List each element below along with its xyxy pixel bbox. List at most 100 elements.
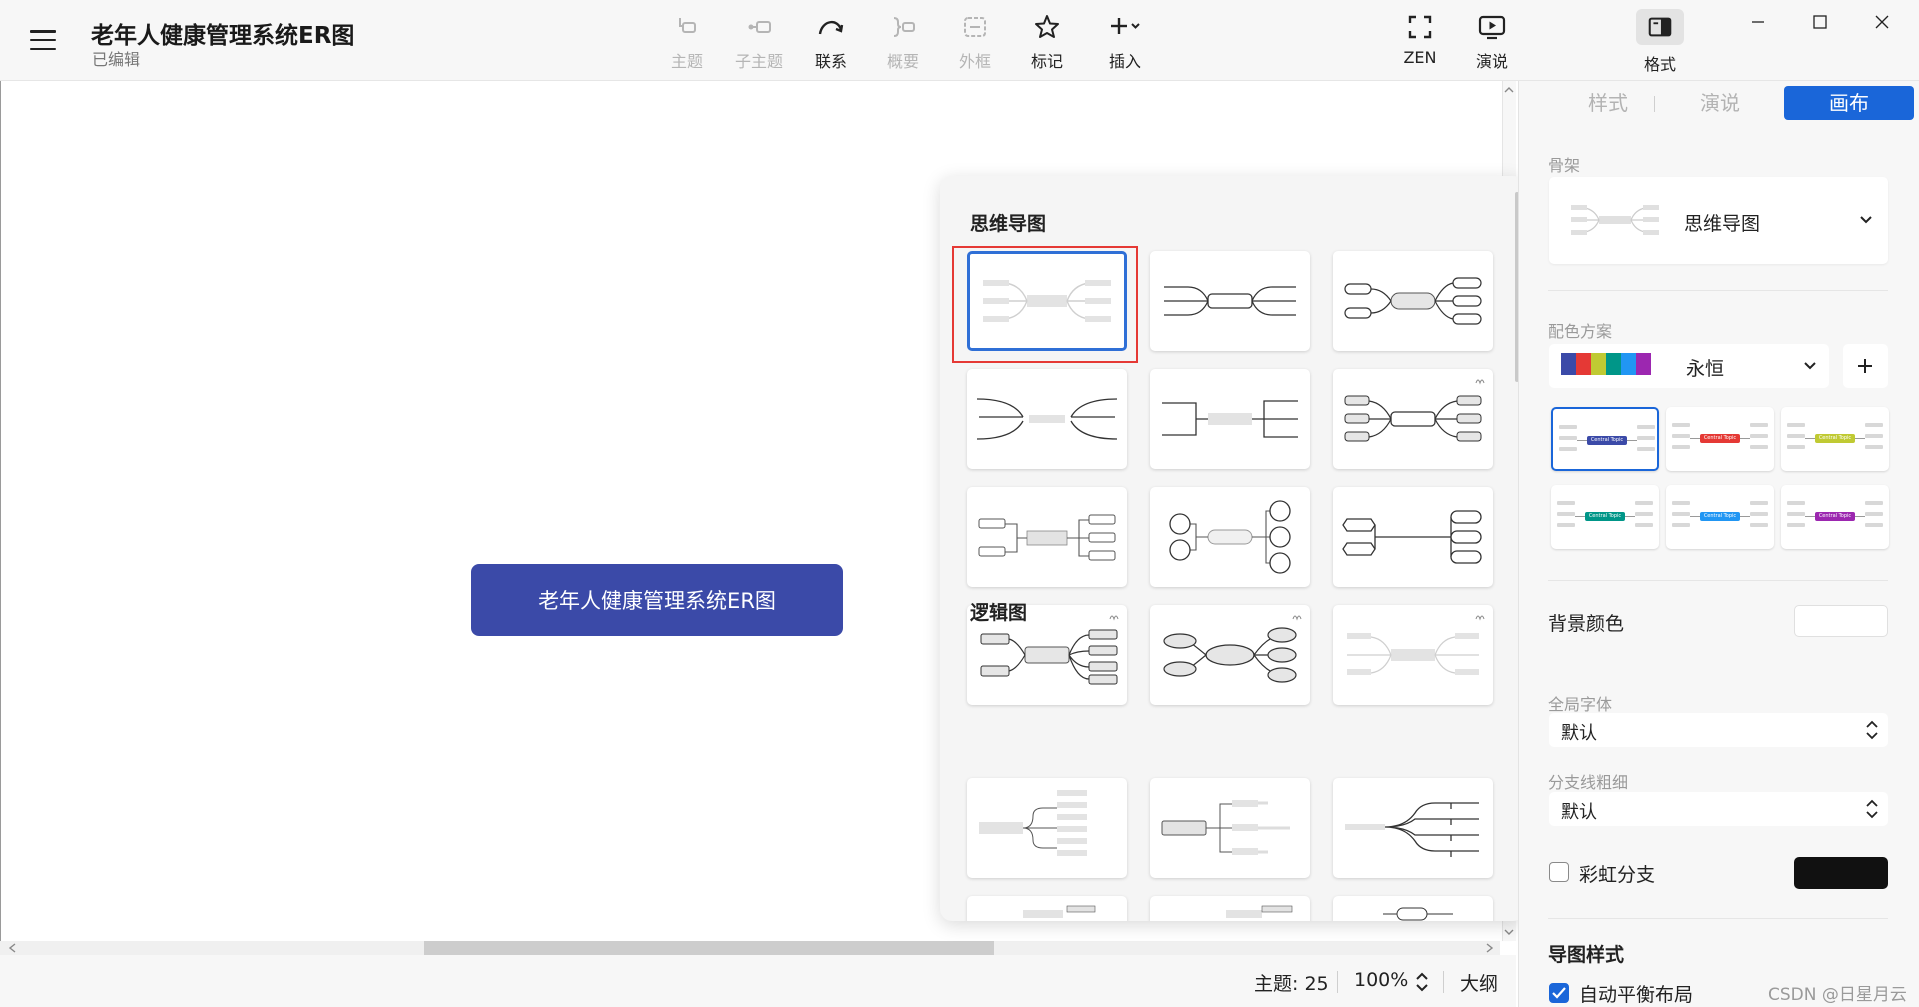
skeleton-mindmap-7[interactable]: [967, 487, 1127, 587]
theme-tile-central-topic: Central Topic: [1587, 436, 1627, 445]
color-swatch: [1591, 353, 1606, 375]
rainbow-branch-label: 彩虹分支: [1579, 864, 1656, 886]
rainbow-branch-color[interactable]: [1794, 857, 1888, 889]
zoom-level[interactable]: 100%: [1354, 969, 1408, 991]
star-icon: [1035, 15, 1059, 38]
horizontal-scroll-thumb[interactable]: [424, 941, 994, 955]
scroll-down-icon[interactable]: [1504, 927, 1514, 937]
add-color-scheme-button[interactable]: [1843, 344, 1888, 388]
theme-tile[interactable]: Central Topic: [1666, 407, 1774, 471]
skeleton-mindmap-8[interactable]: [1150, 487, 1310, 587]
branch-width-value: 默认: [1561, 802, 1597, 823]
skeleton-logic-4[interactable]: [967, 896, 1127, 921]
marker-button[interactable]: 标记: [1012, 12, 1082, 72]
handdrawn-badge-icon: [1475, 379, 1485, 385]
boundary-button[interactable]: 外框: [940, 12, 1010, 72]
relationship-button[interactable]: 联系: [796, 12, 866, 72]
theme-tile[interactable]: Central Topic: [1551, 485, 1659, 549]
branch-width-label: 分支线粗细: [1548, 773, 1629, 792]
maximize-button[interactable]: [1800, 6, 1840, 38]
maximize-icon: [1813, 15, 1827, 29]
skeleton-mindmap-6[interactable]: [1333, 369, 1493, 469]
skeleton-logic-2[interactable]: [1150, 778, 1310, 878]
tab-canvas[interactable]: 画布: [1784, 86, 1914, 120]
topic-icon: [679, 18, 696, 33]
menu-icon[interactable]: [30, 30, 56, 50]
background-color-label: 背景颜色: [1548, 613, 1625, 635]
skeleton-preview-icon: [1571, 205, 1659, 235]
branch-width-select[interactable]: 默认: [1549, 792, 1888, 826]
subtopic-button[interactable]: 子主题: [724, 12, 794, 72]
format-panel-icon: [1648, 17, 1672, 37]
insert-button[interactable]: 插入: [1090, 12, 1160, 72]
watermark: CSDN @日星月云: [1768, 985, 1907, 1005]
skeleton-logic-1[interactable]: [967, 778, 1127, 878]
horizontal-scrollbar[interactable]: [0, 941, 1500, 955]
theme-tile[interactable]: Central Topic: [1781, 485, 1889, 549]
color-swatch: [1636, 353, 1651, 375]
topics-count: 主题: 25: [1254, 973, 1329, 995]
skeleton-popover: 思维导图 逻辑图: [940, 176, 1525, 921]
summary-button[interactable]: 概要: [868, 12, 938, 72]
tab-pitch[interactable]: 演说: [1655, 86, 1785, 120]
skeleton-mindmap-2[interactable]: [1150, 251, 1310, 351]
scroll-right-icon[interactable]: [1484, 943, 1494, 953]
skeleton-mindmap-11[interactable]: [1150, 605, 1310, 705]
status-bar: 主题: 25 100% 大纲: [0, 955, 1516, 1007]
chevron-down-icon: [1860, 216, 1872, 224]
updown-chevron-icon: [1866, 799, 1878, 819]
theme-tile[interactable]: Central Topic: [1551, 407, 1659, 471]
skeleton-label: 骨架: [1548, 156, 1581, 175]
global-font-value: 默认: [1561, 723, 1597, 744]
global-font-select[interactable]: 默认: [1549, 713, 1888, 747]
minimize-button[interactable]: [1738, 6, 1778, 38]
pitch-icon: [1478, 15, 1506, 40]
global-font-label: 全局字体: [1548, 695, 1613, 714]
topic-button[interactable]: 主题: [652, 12, 722, 72]
plus-icon: [1858, 359, 1872, 373]
background-color-picker[interactable]: [1794, 605, 1888, 637]
zen-button[interactable]: ZEN: [1385, 12, 1455, 67]
relationship-icon: [818, 21, 844, 35]
zoom-stepper-icon[interactable]: [1414, 970, 1430, 994]
color-scheme-swatches: [1561, 353, 1651, 375]
zen-icon: [1408, 15, 1432, 39]
skeleton-logic-3[interactable]: [1333, 778, 1493, 878]
skeleton-mindmap-default[interactable]: [967, 251, 1127, 351]
document-title[interactable]: 老年人健康管理系统ER图: [91, 16, 354, 50]
minimize-icon: [1752, 21, 1764, 23]
scroll-up-icon[interactable]: [1504, 85, 1514, 95]
skeleton-select[interactable]: 思维导图: [1549, 177, 1888, 264]
format-button[interactable]: 格式: [1625, 9, 1695, 75]
summary-icon: [893, 17, 915, 37]
logic-heading: 逻辑图: [970, 602, 1028, 624]
rainbow-branch-checkbox[interactable]: [1549, 862, 1569, 882]
theme-tile[interactable]: Central Topic: [1781, 407, 1889, 471]
theme-tile-central-topic: Central Topic: [1815, 512, 1855, 521]
skeleton-value: 思维导图: [1684, 213, 1761, 235]
top-toolbar: 老年人健康管理系统ER图 已编辑 主题 子主题 联系 概要 外框 标记 插入 Z…: [0, 0, 1919, 81]
skeleton-mindmap-9[interactable]: [1333, 487, 1493, 587]
color-scheme-select[interactable]: 永恒: [1549, 344, 1829, 388]
close-window-button[interactable]: [1862, 6, 1902, 38]
skeleton-mindmap-3[interactable]: [1333, 251, 1493, 351]
skeleton-mindmap-12[interactable]: [1333, 605, 1493, 705]
skeleton-logic-5[interactable]: [1150, 896, 1310, 921]
central-topic[interactable]: 老年人健康管理系统ER图: [471, 564, 843, 636]
outline-button[interactable]: 大纲: [1460, 969, 1498, 996]
skeleton-mindmap-4[interactable]: [967, 369, 1127, 469]
document-status: 已编辑: [92, 50, 141, 69]
color-swatch: [1621, 353, 1636, 375]
theme-tile[interactable]: Central Topic: [1666, 485, 1774, 549]
skeleton-mindmap-5[interactable]: [1150, 369, 1310, 469]
theme-tile-central-topic: Central Topic: [1700, 512, 1740, 521]
checkmark-icon: [1552, 987, 1566, 999]
scroll-left-icon[interactable]: [8, 943, 18, 953]
skeleton-logic-6[interactable]: [1333, 896, 1493, 921]
close-icon: [1875, 15, 1889, 29]
map-style-label: 导图样式: [1548, 944, 1625, 966]
theme-tile-central-topic: Central Topic: [1700, 434, 1740, 443]
pitch-button[interactable]: 演说: [1457, 12, 1527, 72]
auto-balance-checkbox[interactable]: [1549, 983, 1569, 1003]
auto-balance-label: 自动平衡布局: [1579, 984, 1694, 1006]
